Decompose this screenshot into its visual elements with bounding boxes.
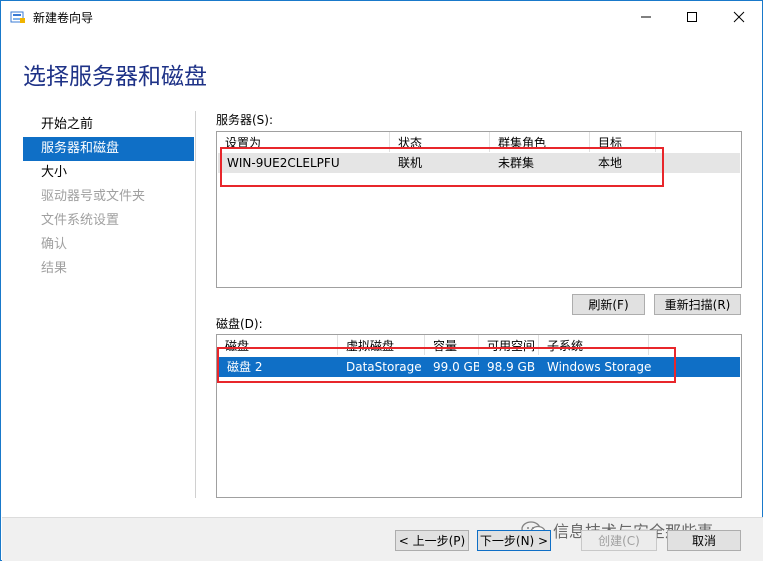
disks-label: 磁盘(D):: [216, 317, 263, 331]
close-button[interactable]: [716, 1, 762, 33]
nav-step-file-system: 文件系统设置: [41, 213, 120, 228]
previous-button[interactable]: < 上一步(P): [395, 530, 469, 551]
create-button: 创建(C): [581, 530, 657, 551]
nav-step-server-and-disk[interactable]: 服务器和磁盘: [23, 137, 194, 161]
minimize-button[interactable]: [623, 1, 669, 33]
refresh-button[interactable]: 刷新(F): [572, 294, 645, 315]
nav-step-before-you-begin[interactable]: 开始之前: [23, 113, 194, 137]
nav-step-confirmation: 确认: [41, 237, 68, 252]
page-title: 选择服务器和磁盘: [23, 64, 207, 90]
close-icon: [733, 11, 745, 23]
new-volume-wizard-window: 新建卷向导 选择服务器和磁盘 开始之前 服务器和磁盘 大小 驱动器号或文件夹 文…: [0, 0, 763, 561]
wizard-app-icon: [10, 11, 25, 23]
disk-highlight-box: [217, 347, 676, 383]
title-bar[interactable]: 新建卷向导: [1, 1, 762, 33]
server-highlight-box: [220, 147, 664, 187]
cancel-button[interactable]: 取消: [667, 530, 741, 551]
nav-step-results: 结果: [41, 261, 68, 276]
minimize-icon: [641, 16, 651, 18]
maximize-icon: [687, 12, 697, 22]
nav-step-drive-letter: 驱动器号或文件夹: [41, 189, 146, 204]
next-button[interactable]: 下一步(N) >: [477, 530, 551, 551]
rescan-button[interactable]: 重新扫描(R): [654, 294, 741, 315]
nav-divider: [195, 111, 196, 498]
wizard-step-nav: 开始之前 服务器和磁盘 大小 驱动器号或文件夹 文件系统设置 确认 结果: [23, 113, 194, 281]
servers-label: 服务器(S):: [216, 113, 274, 127]
maximize-button[interactable]: [669, 1, 715, 33]
nav-step-size[interactable]: 大小: [23, 161, 194, 185]
window-title: 新建卷向导: [33, 11, 94, 25]
